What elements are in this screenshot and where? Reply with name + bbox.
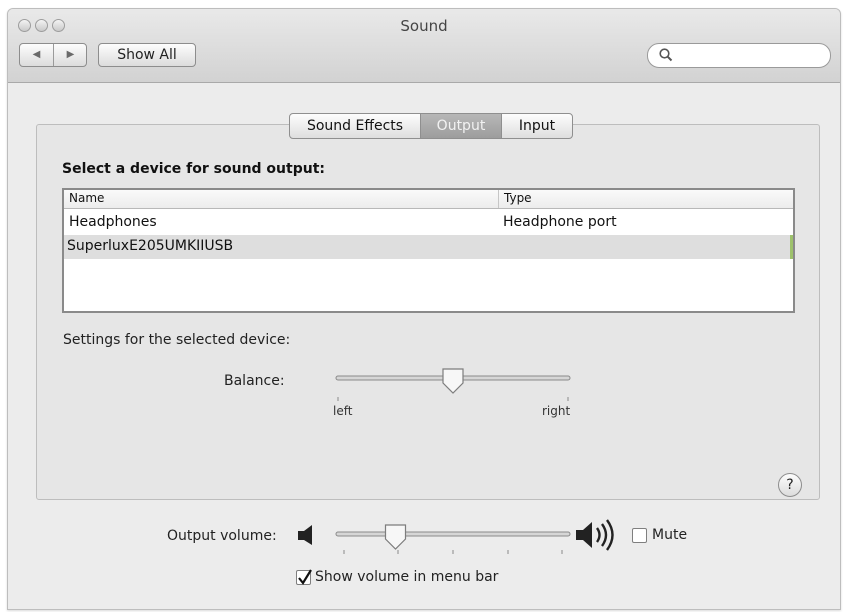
device-settings-label: Settings for the selected device: xyxy=(63,332,291,348)
volume-slider-track xyxy=(335,531,571,537)
forward-button[interactable]: ▶ xyxy=(54,44,87,66)
output-volume-slider[interactable] xyxy=(334,519,574,559)
balance-left-label: left xyxy=(333,404,353,418)
tab-sound-effects[interactable]: Sound Effects xyxy=(290,114,421,138)
table-row[interactable]: Headphones Headphone port xyxy=(64,211,793,235)
column-header-name[interactable]: Name xyxy=(69,191,104,205)
volume-slider-knob[interactable] xyxy=(384,524,407,550)
balance-right-label: right xyxy=(542,404,571,418)
tab-input[interactable]: Input xyxy=(502,114,572,138)
speaker-low-icon xyxy=(298,525,312,545)
balance-slider[interactable] xyxy=(334,368,574,409)
tab-bar: Sound Effects Output Input xyxy=(289,113,573,139)
search-input[interactable] xyxy=(678,46,822,65)
show-volume-in-menu-bar-label: Show volume in menu bar xyxy=(315,569,499,585)
tab-output[interactable]: Output xyxy=(421,114,502,138)
search-field[interactable] xyxy=(647,43,831,68)
back-button[interactable]: ◀ xyxy=(20,44,53,66)
column-divider xyxy=(498,190,499,208)
device-name: SuperluxE205UMKIIUSB xyxy=(67,238,234,254)
balance-label: Balance: xyxy=(224,373,285,389)
balance-slider-knob[interactable] xyxy=(442,368,464,394)
table-header: Name Type xyxy=(64,190,793,209)
device-type: Headphone port xyxy=(503,214,617,230)
table-row-selected[interactable]: SuperluxE205UMKIIUSB xyxy=(64,235,793,259)
output-device-heading: Select a device for sound output: xyxy=(62,161,325,177)
output-device-table[interactable]: Name Type Headphones Headphone port Supe… xyxy=(62,188,795,313)
volume-slider-ticks xyxy=(343,550,563,554)
mute-checkbox[interactable] xyxy=(632,528,647,543)
mute-label: Mute xyxy=(652,527,688,543)
sound-preferences-window: Sound ◀ ▶ Show All Sound Effects Output … xyxy=(7,8,841,610)
checkmark-icon xyxy=(298,569,312,585)
back-forward-control: ◀ ▶ xyxy=(19,43,87,67)
help-button[interactable]: ? xyxy=(778,473,802,497)
column-header-type[interactable]: Type xyxy=(504,191,532,205)
show-all-button[interactable]: Show All xyxy=(98,43,196,67)
show-volume-in-menu-bar-checkbox[interactable] xyxy=(296,569,312,585)
window-title: Sound xyxy=(400,17,448,35)
device-name: Headphones xyxy=(69,214,157,230)
search-icon xyxy=(659,48,673,62)
selection-marker xyxy=(790,235,793,259)
title-bar: Sound ◀ ▶ Show All xyxy=(8,9,840,83)
speaker-high-icon xyxy=(576,519,614,551)
output-volume-label: Output volume: xyxy=(167,528,277,544)
